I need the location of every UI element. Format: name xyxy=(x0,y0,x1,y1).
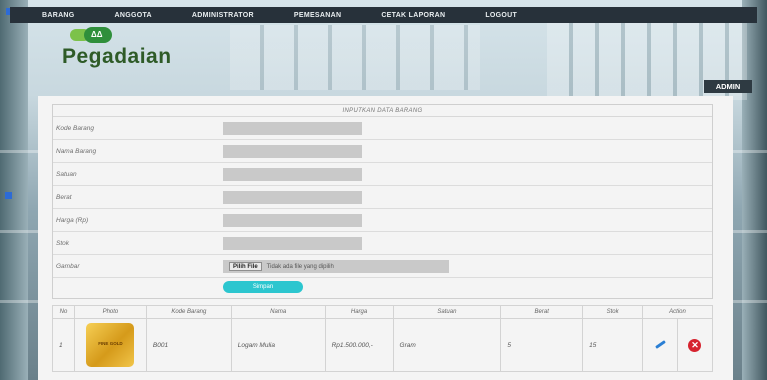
table-row: 1 FINE GOLD B001 Logam Mulia Rp1.500.000… xyxy=(52,318,714,372)
cell-berat: 5 xyxy=(500,318,584,372)
cell-stok: 15 xyxy=(582,318,644,372)
cell-kode: B001 xyxy=(145,318,232,372)
harga-input[interactable] xyxy=(223,214,362,227)
edit-icon[interactable] xyxy=(653,339,667,349)
delete-icon[interactable]: ✕ xyxy=(688,338,702,352)
user-badge[interactable]: ADMIN xyxy=(704,80,752,93)
table-header-row: No Photo Kode Barang Nama Harga Satuan B… xyxy=(52,305,713,319)
form-row-kode: Kode Barang xyxy=(53,117,712,140)
photo-caption: FINE GOLD xyxy=(98,341,123,346)
cell-satuan: Gram xyxy=(392,318,502,372)
logo-mark-icon: ΔΔ xyxy=(70,27,122,43)
berat-input[interactable] xyxy=(223,191,362,204)
nav-item-cetak-laporan[interactable]: CETAK LAPORAN xyxy=(381,12,445,19)
form-row-nama: Nama Barang xyxy=(53,140,712,163)
choose-file-button[interactable]: Pilih File xyxy=(229,262,262,271)
form-title: INPUTKAN DATA BARANG xyxy=(53,105,712,117)
form-row-stok: Stok xyxy=(53,232,712,255)
col-header-no: No xyxy=(52,305,75,319)
col-header-action: Action xyxy=(642,305,713,319)
file-input[interactable]: Pilih File Tidak ada file yang dipilih xyxy=(223,260,449,273)
form-row-gambar: Gambar Pilih File Tidak ada file yang di… xyxy=(53,255,712,278)
cell-no: 1 xyxy=(52,318,75,372)
cell-photo: FINE GOLD xyxy=(73,318,147,372)
field-label: Harga (Rp) xyxy=(56,217,89,224)
selection-handle xyxy=(5,192,12,199)
stok-input[interactable] xyxy=(223,237,362,250)
file-status-text: Tidak ada file yang dipilih xyxy=(266,263,334,270)
col-header-photo: Photo xyxy=(73,305,147,319)
field-label: Berat xyxy=(56,194,72,201)
gold-bar-image: FINE GOLD xyxy=(86,323,135,367)
satuan-input[interactable] xyxy=(223,168,362,181)
content-panel: INPUTKAN DATA BARANG Kode Barang Nama Ba… xyxy=(38,96,733,380)
form-row-berat: Berat xyxy=(53,186,712,209)
cell-harga: Rp1.500.000,- xyxy=(324,318,394,372)
form-row-satuan: Satuan xyxy=(53,163,712,186)
col-header-kode: Kode Barang xyxy=(145,305,232,319)
cell-delete: ✕ xyxy=(676,318,714,372)
nav-item-barang[interactable]: BARANG xyxy=(42,12,75,19)
save-button[interactable]: Simpan xyxy=(223,281,303,293)
brand-logo: ΔΔ Pegadaian xyxy=(62,27,172,69)
nav-item-administrator[interactable]: ADMINISTRATOR xyxy=(192,12,254,19)
col-header-berat: Berat xyxy=(500,305,584,319)
field-label: Gambar xyxy=(56,263,80,270)
field-label: Satuan xyxy=(56,171,77,178)
nav-item-pemesanan[interactable]: PEMESANAN xyxy=(294,12,341,19)
cell-nama: Logam Mulia xyxy=(230,318,326,372)
form-row-submit: Simpan xyxy=(53,278,712,298)
nav-item-anggota[interactable]: ANGGOTA xyxy=(115,12,152,19)
cell-edit xyxy=(642,318,678,372)
col-header-harga: Harga xyxy=(324,305,394,319)
field-label: Nama Barang xyxy=(56,148,97,155)
brand-name: Pegadaian xyxy=(62,45,172,68)
item-form: INPUTKAN DATA BARANG Kode Barang Nama Ba… xyxy=(52,104,713,299)
field-label: Kode Barang xyxy=(56,125,94,132)
col-header-nama: Nama xyxy=(230,305,326,319)
col-header-stok: Stok xyxy=(582,305,644,319)
nama-barang-input[interactable] xyxy=(223,145,362,158)
main-nav: BARANG ANGGOTA ADMINISTRATOR PEMESANAN C… xyxy=(10,7,757,23)
items-table: No Photo Kode Barang Nama Harga Satuan B… xyxy=(52,305,714,372)
nav-item-logout[interactable]: LOGOUT xyxy=(485,12,517,19)
kode-barang-input[interactable] xyxy=(223,122,362,135)
col-header-satuan: Satuan xyxy=(392,305,502,319)
field-label: Stok xyxy=(56,240,70,247)
form-row-harga: Harga (Rp) xyxy=(53,209,712,232)
